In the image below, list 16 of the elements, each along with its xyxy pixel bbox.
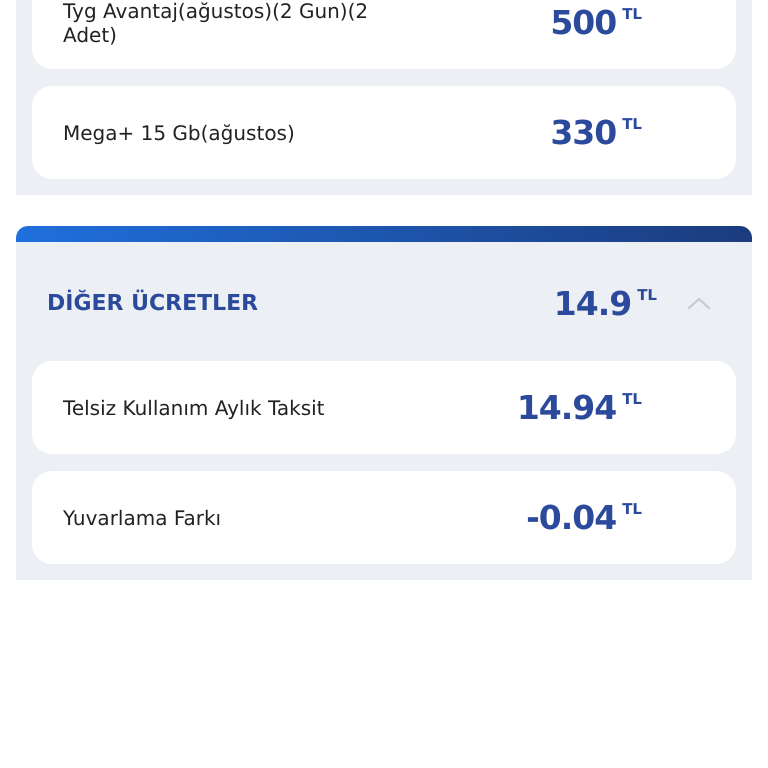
fee-label: Mega+ 15 Gb(ağustos) xyxy=(63,120,296,144)
currency-label: TL xyxy=(622,5,642,23)
currency-label: TL xyxy=(622,390,642,408)
fee-label: Telsiz Kullanım Aylık Taksit xyxy=(63,396,326,420)
section-total: 14.9 xyxy=(554,284,632,322)
section-title: DİĞER ÜCRETLER xyxy=(47,290,260,316)
chevron-icon[interactable] xyxy=(687,296,711,310)
fee-amount: 14.94 xyxy=(516,388,616,427)
fee-amount: -0.04 xyxy=(526,498,616,537)
fee-label: Tyg Avantaj(ağustos)(2 Gun)(2 Adet) xyxy=(63,0,370,46)
currency-label: TL xyxy=(622,115,642,133)
fee-amount: 500 xyxy=(550,3,616,42)
fee-label: Yuvarlama Farkı xyxy=(63,506,222,530)
fee-amount: 330 xyxy=(550,113,616,152)
currency-label: TL xyxy=(637,286,657,304)
currency-label: TL xyxy=(622,500,642,518)
